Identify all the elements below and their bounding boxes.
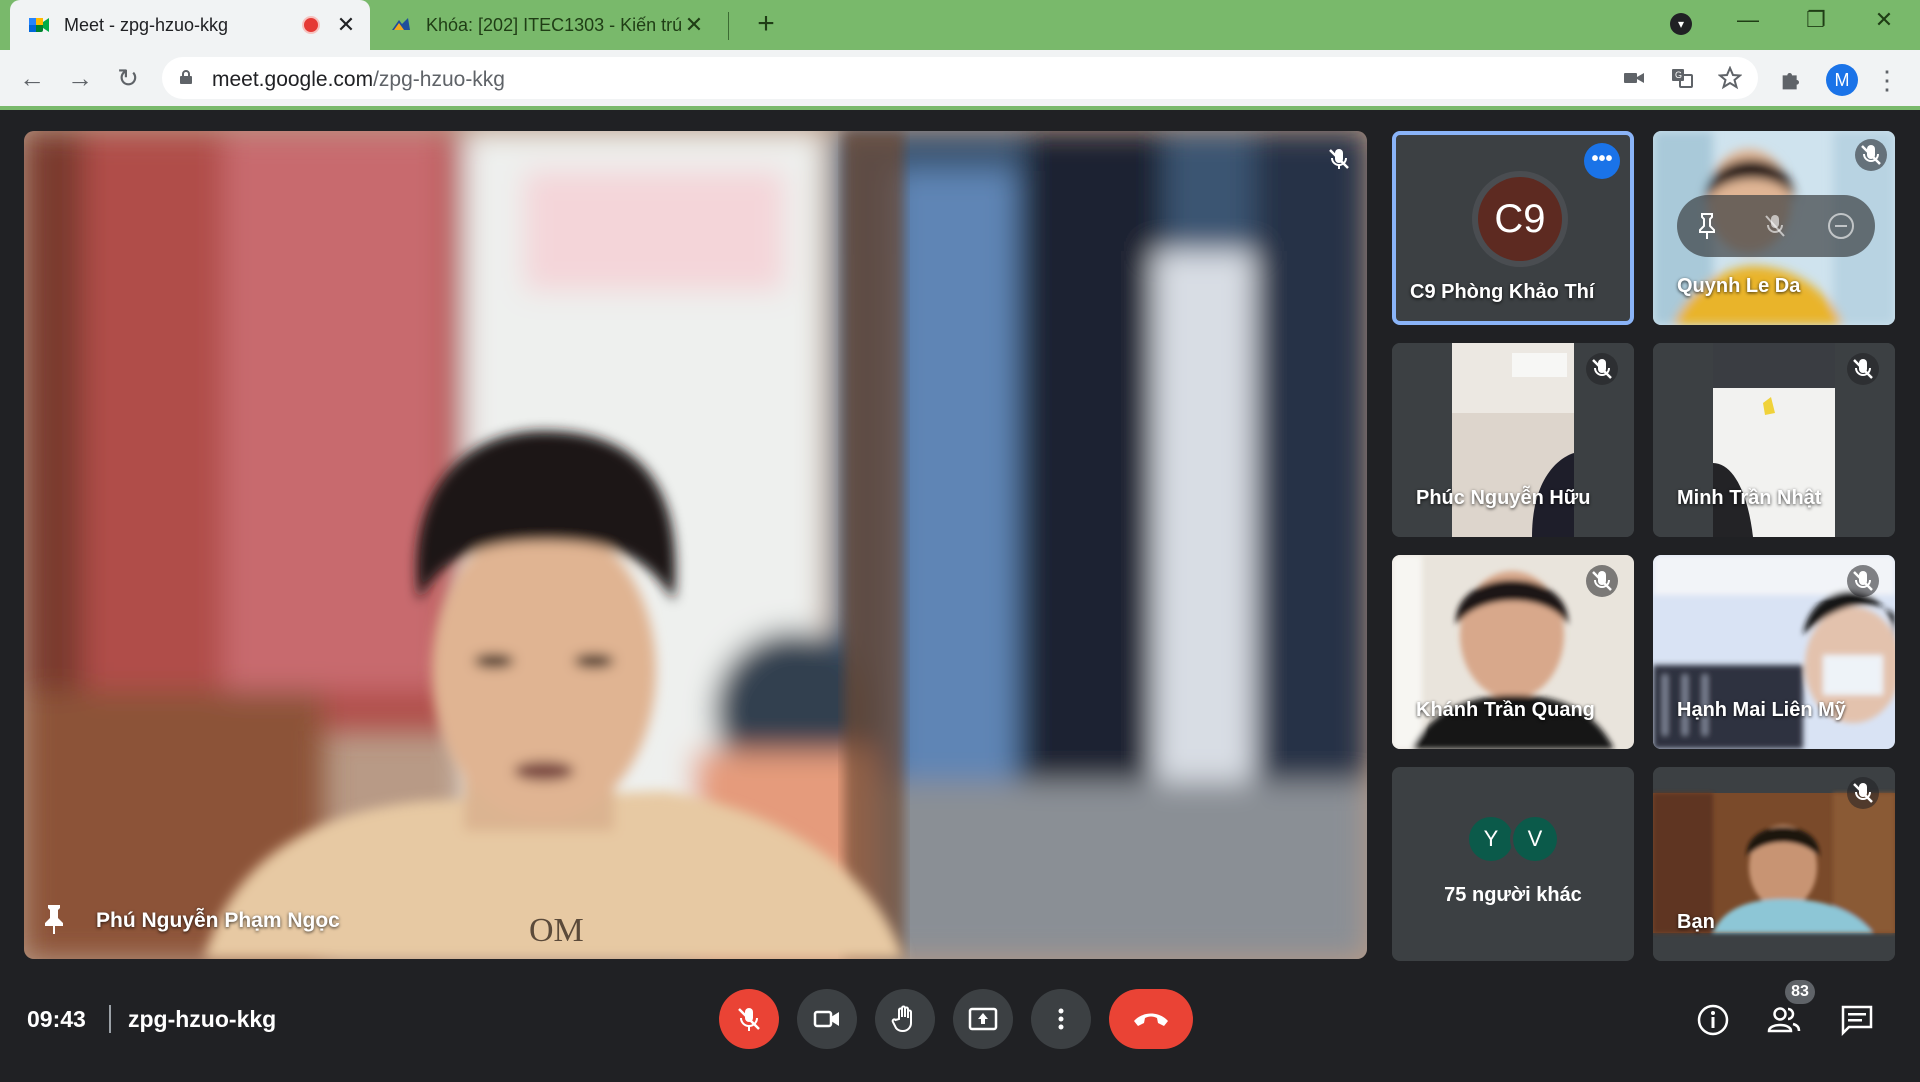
extensions-icon[interactable] <box>1778 66 1806 94</box>
tab-meet[interactable]: Meet - zpg-hzuo-kkg ✕ <box>10 0 370 50</box>
reload-icon[interactable]: ↻ <box>110 60 146 96</box>
avatar: C9 <box>1478 177 1562 261</box>
profile-avatar[interactable]: M <box>1826 64 1858 96</box>
camera-icon[interactable] <box>1622 66 1646 90</box>
mic-off-icon <box>1847 353 1879 385</box>
people-icon[interactable] <box>1766 1002 1802 1038</box>
participant-name: Hạnh Mai Liên Mỹ <box>1677 699 1846 721</box>
google-meet-favicon-icon <box>29 18 49 32</box>
close-tab-icon[interactable]: ✕ <box>334 12 358 38</box>
participant-tile-hanh[interactable]: Hạnh Mai Liên Mỹ <box>1653 555 1895 749</box>
mic-off-button[interactable] <box>719 989 779 1049</box>
participant-tile-minh[interactable]: Minh Trần Nhật <box>1653 343 1895 537</box>
mic-off-icon <box>1586 565 1618 597</box>
participant-name: Quynh Le Da <box>1677 275 1801 297</box>
mic-off-icon <box>1847 565 1879 597</box>
svg-text:G: G <box>1675 70 1682 80</box>
translate-icon[interactable]: G <box>1670 66 1694 90</box>
info-icon[interactable] <box>1695 1002 1731 1038</box>
chat-icon[interactable] <box>1839 1002 1875 1038</box>
meeting-code: zpg-hzuo-kkg <box>128 1006 277 1032</box>
remove-icon[interactable] <box>1827 212 1855 240</box>
url-path: /zpg-hzuo-kkg <box>373 68 505 91</box>
participant-name: Phúc Nguyễn Hữu <box>1416 487 1591 509</box>
browser-menu-icon[interactable]: ⋮ <box>1872 62 1902 98</box>
tab-search-icon[interactable]: ▾ <box>1670 13 1692 35</box>
camera-button[interactable] <box>797 989 857 1049</box>
tab-divider <box>728 12 729 40</box>
restore-window-button[interactable]: ❐ <box>1788 0 1844 40</box>
tab-strip: Meet - zpg-hzuo-kkg ✕ Khóa: [202] ITEC13… <box>0 0 1920 50</box>
minimize-window-button[interactable]: — <box>1720 0 1776 40</box>
pin-icon[interactable] <box>1695 212 1719 240</box>
main-speaker-tile[interactable]: OM Phú Nguyễn Phạm Ngọc <box>24 131 1367 959</box>
toolbar-divider <box>0 106 1920 110</box>
meeting-clock: 09:43 <box>27 1006 86 1032</box>
participant-name: C9 Phòng Khảo Thí <box>1410 281 1595 303</box>
url-host: meet.google.com <box>212 68 374 91</box>
present-screen-icon <box>968 1007 998 1031</box>
main-speaker-name: Phú Nguyễn Phạm Ngọc <box>96 909 340 932</box>
avatar: V <box>1513 817 1557 861</box>
participant-name: Minh Trần Nhật <box>1677 487 1822 509</box>
participant-name: Khánh Trần Quang <box>1416 699 1595 721</box>
more-options-button[interactable] <box>1031 989 1091 1049</box>
tab-title: Khóa: [202] ITEC1303 - Kiến trúc <box>426 14 682 35</box>
back-icon[interactable]: ← <box>14 60 50 96</box>
mic-off-icon <box>1329 149 1349 169</box>
raise-hand-button[interactable] <box>875 989 935 1049</box>
browser-toolbar: ← → ↻ meet.google.com/zpg-hzuo-kkg G <box>0 50 1920 106</box>
svg-text:OM: OM <box>529 912 584 949</box>
participant-name: Bạn <box>1677 911 1715 933</box>
participant-tile-c9[interactable]: C9 ••• C9 Phòng Khảo Thí <box>1392 131 1634 325</box>
forward-icon[interactable]: → <box>62 60 98 96</box>
camera-icon <box>813 1010 839 1028</box>
hand-icon <box>891 1005 912 1032</box>
participant-tile-khanh[interactable]: Khánh Trần Quang <box>1392 555 1634 749</box>
leave-call-button[interactable] <box>1109 989 1193 1049</box>
close-tab-icon[interactable]: ✕ <box>682 12 706 38</box>
url-text: meet.google.com/zpg-hzuo-kkg <box>212 68 505 92</box>
lock-icon <box>180 70 192 84</box>
moodle-favicon-icon <box>392 18 410 30</box>
mic-off-icon <box>1855 139 1887 171</box>
participant-tile-quynh[interactable]: Quynh Le Da <box>1653 131 1895 325</box>
address-bar[interactable]: meet.google.com/zpg-hzuo-kkg G <box>162 57 1758 99</box>
mic-off-icon <box>738 1008 760 1031</box>
hang-up-icon <box>1134 1013 1168 1026</box>
present-button[interactable] <box>953 989 1013 1049</box>
star-icon[interactable] <box>1718 66 1742 90</box>
mute-icon[interactable] <box>1761 212 1789 240</box>
more-options-icon[interactable]: ••• <box>1584 143 1620 179</box>
speaker-video: OM <box>24 131 1367 959</box>
more-vert-icon <box>1058 1008 1064 1030</box>
participant-tile-phuc[interactable]: Phúc Nguyễn Hữu <box>1392 343 1634 537</box>
participant-tile-others[interactable]: Y V 75 người khác <box>1392 767 1634 961</box>
bottom-bar-divider <box>109 1005 111 1033</box>
pin-icon[interactable] <box>40 903 68 935</box>
recording-indicator-icon <box>302 16 320 34</box>
participant-name: 75 người khác <box>1444 884 1582 906</box>
tab-title: Meet - zpg-hzuo-kkg <box>64 14 229 35</box>
mic-off-icon <box>1586 353 1618 385</box>
close-window-button[interactable]: ✕ <box>1856 0 1912 40</box>
tile-hover-controls <box>1677 195 1875 257</box>
new-tab-button[interactable]: + <box>748 6 784 42</box>
mic-off-icon <box>1847 777 1879 809</box>
avatar: Y <box>1469 817 1513 861</box>
tab-course[interactable]: Khóa: [202] ITEC1303 - Kiến trúc ✕ <box>378 0 718 50</box>
participant-count-badge: 83 <box>1785 980 1815 1004</box>
participant-tile-self[interactable]: Bạn <box>1653 767 1895 961</box>
